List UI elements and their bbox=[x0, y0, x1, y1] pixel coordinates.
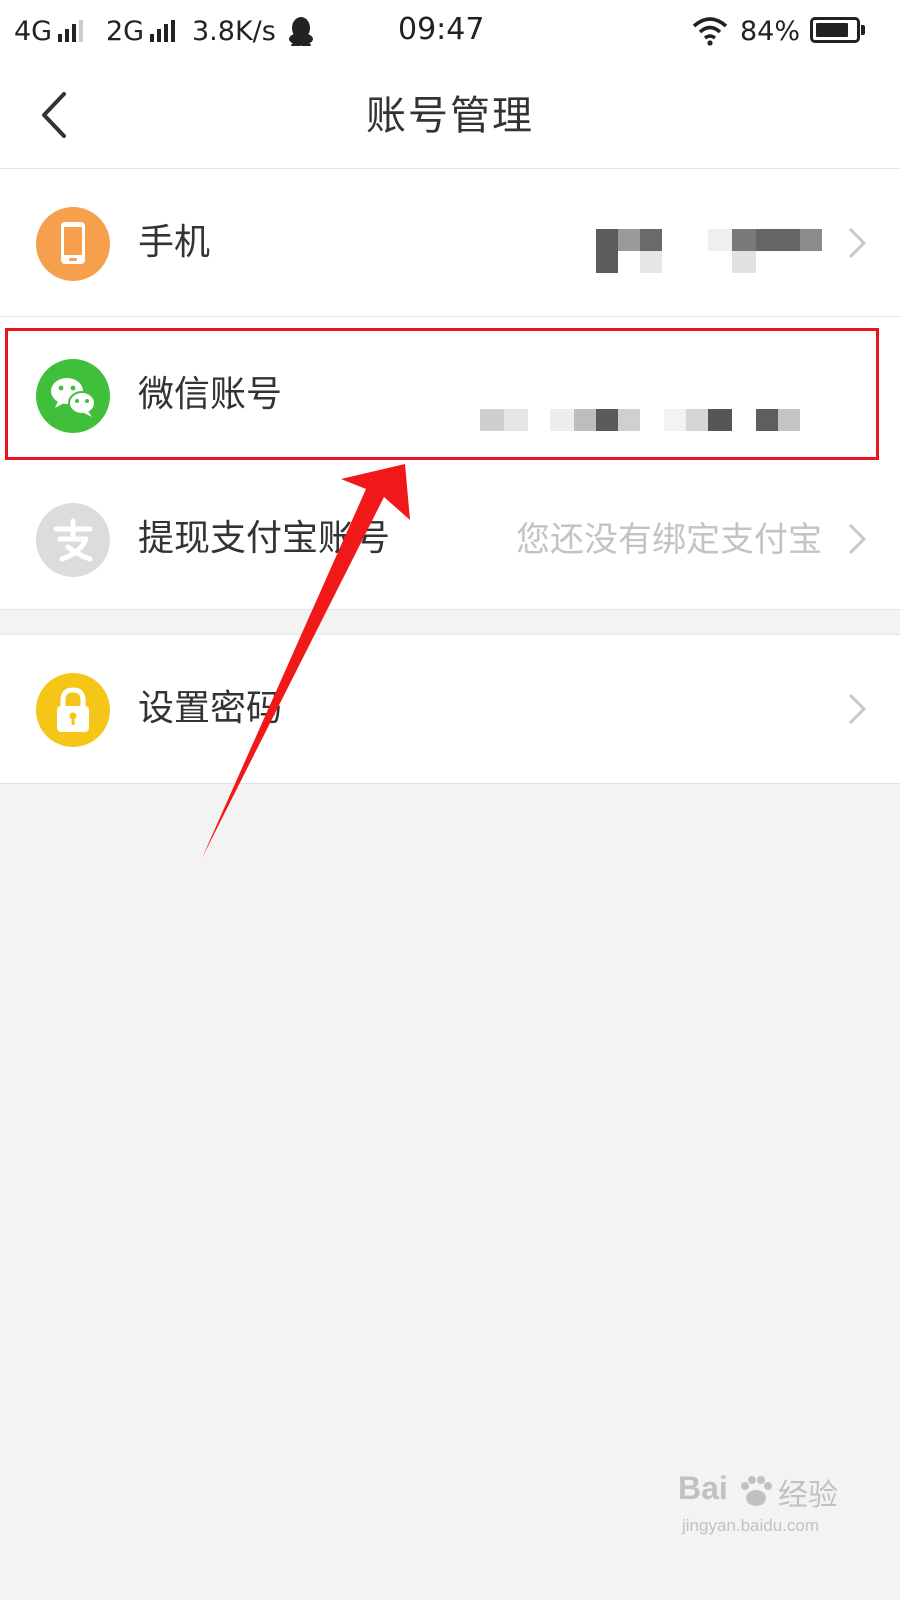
signal-icon bbox=[58, 20, 88, 42]
security-section: 设置密码 bbox=[0, 634, 900, 784]
chevron-right-icon bbox=[848, 693, 867, 725]
qq-icon bbox=[289, 17, 313, 46]
battery-percent: 84% bbox=[740, 16, 801, 47]
alipay-binding-status: 您还没有绑定支付宝 bbox=[516, 520, 822, 560]
battery-level bbox=[816, 23, 848, 37]
signal-icon bbox=[150, 20, 180, 42]
wifi-icon bbox=[692, 17, 728, 46]
row-label-alipay: 提现支付宝账号 bbox=[138, 518, 391, 559]
battery-icon bbox=[810, 17, 865, 43]
alipay-icon bbox=[36, 503, 110, 577]
account-row-alipay[interactable]: 提现支付宝账号 您还没有绑定支付宝 bbox=[0, 465, 900, 613]
watermark-brand: Bai bbox=[678, 1470, 728, 1506]
chevron-right-icon bbox=[848, 227, 867, 259]
status-time: 09:47 bbox=[398, 12, 485, 47]
watermark-brand-2: 经验 bbox=[778, 1479, 838, 1512]
phone-icon bbox=[36, 207, 110, 281]
nav-bar: 账号管理 bbox=[0, 64, 900, 169]
status-bar: 4G 2G 3.8K/s 09:47 84% bbox=[0, 0, 900, 64]
highlight-box bbox=[5, 328, 879, 460]
watermark-url: jingyan.baidu.com bbox=[682, 1516, 820, 1535]
baidu-jingyan-watermark: Bai 经验 jingyan.baidu.com bbox=[678, 1470, 878, 1560]
paw-icon bbox=[741, 1476, 772, 1506]
lock-icon bbox=[36, 673, 110, 747]
row-label-phone: 手机 bbox=[138, 222, 211, 263]
network-speed: 3.8K/s bbox=[192, 16, 276, 47]
network-type-2: 2G bbox=[106, 16, 145, 47]
chevron-right-icon bbox=[848, 523, 867, 555]
security-row-password[interactable]: 设置密码 bbox=[0, 635, 900, 783]
network-type-1: 4G bbox=[14, 16, 53, 47]
page-title: 账号管理 bbox=[366, 93, 534, 139]
account-row-phone[interactable]: 手机 bbox=[0, 169, 900, 317]
row-label-password: 设置密码 bbox=[138, 688, 283, 729]
